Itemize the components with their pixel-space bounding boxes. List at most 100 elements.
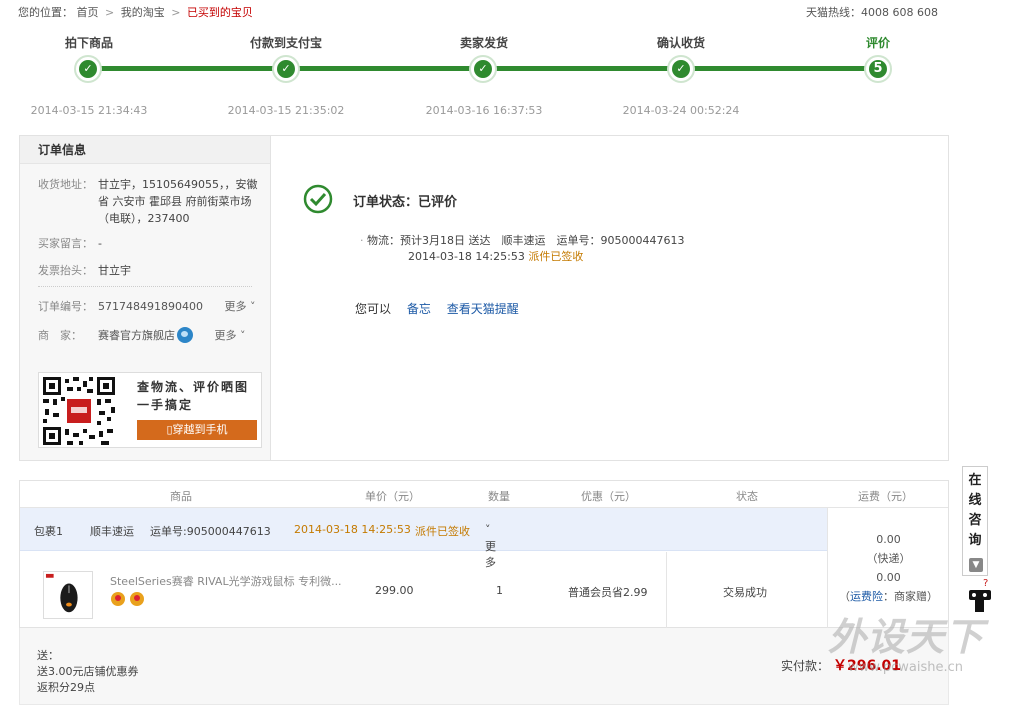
qr-code-icon: [41, 375, 117, 447]
order-status-text: 订单状态：已评价: [353, 195, 458, 210]
shipping-column: 0.00 （快递） 0.00 （运费险：商家赠）: [827, 508, 949, 628]
address-row: 收货地址： 甘立宇，15105649055，，安徽省 六安市 霍邱县 府前街菜市场…: [38, 176, 258, 227]
address-value: 甘立宇，15105649055，，安徽省 六安市 霍邱县 府前街菜市场（电联），…: [98, 178, 258, 225]
seller-label: 商 家：: [38, 329, 82, 342]
header-shipping: 运费（元）: [858, 490, 913, 503]
step-done-check-icon: ✓: [272, 55, 300, 83]
invoice-row: 发票抬头： 甘立宇: [38, 262, 258, 279]
hotline-text: 天猫热线：4008 608 608: [806, 6, 938, 19]
gift-info: 送： 送3.00元店铺优惠券 返积分29点: [37, 648, 139, 696]
step-label-placed: 拍下商品: [64, 36, 113, 50]
breadcrumb-prefix: 您的位置：: [18, 6, 73, 19]
qr-promo-text: 查物流、评价晒图一手搞定: [137, 380, 250, 412]
product-thumbnail[interactable]: [43, 571, 93, 619]
wangwang-chat-icon[interactable]: [177, 327, 193, 343]
header-price: 单价（元）: [365, 490, 420, 503]
order-number-label: 订单编号：: [38, 300, 93, 313]
step-label-review: 评价: [865, 36, 890, 50]
paid-amount-row: 实付款： ￥296.01: [781, 655, 901, 675]
gift-points: 返积分29点: [37, 681, 95, 694]
order-info-title: 订单信息: [20, 136, 270, 164]
package-more-dropdown[interactable]: 更多 ˅: [485, 523, 496, 569]
to-mobile-button[interactable]: ▯穿越到手机: [137, 420, 257, 440]
header-state: 状态: [736, 490, 758, 503]
top-bar: 您的位置： 首页 > 我的淘宝 > 已买到的宝贝 天猫热线：4008 608 6…: [18, 4, 938, 20]
logistics-time: 2014-03-18 14:25:53: [408, 250, 525, 263]
step-time-received: 2014-03-24 00:52:24: [622, 104, 740, 117]
breadcrumb-home-link[interactable]: 首页: [77, 6, 99, 19]
step-label-shipped: 卖家发货: [459, 36, 508, 50]
package-state: 派件已签收: [415, 525, 470, 538]
logistics-prefix: 物流：: [367, 234, 400, 247]
item-price: 299.00: [375, 584, 414, 597]
item-quantity: 1: [496, 584, 503, 597]
order-number-value: 571748491890400: [98, 300, 203, 313]
package-name: 包裹1: [34, 525, 63, 538]
invoice-value: 甘立宇: [98, 264, 131, 277]
paid-label: 实付款：: [781, 659, 830, 673]
address-label: 收货地址：: [38, 178, 93, 191]
item-discount: 普通会员省2.99: [568, 586, 648, 599]
svg-text:?: ?: [983, 578, 988, 589]
order-detail-panel: 订单信息 收货地址： 甘立宇，15105649055，，安徽省 六安市 霍邱县 府…: [19, 135, 949, 461]
mouse-image-icon: [45, 573, 78, 613]
message-row: 买家留言： -: [38, 235, 258, 252]
step-label-paid: 付款到支付宝: [249, 36, 322, 50]
divider: [38, 286, 252, 287]
message-value: -: [98, 237, 102, 250]
logistics-state: 派件已签收: [528, 250, 584, 263]
seller-row: 商 家： 赛睿官方旗舰店 更多 ˅: [38, 327, 246, 344]
insurance-row: （运费险：商家赠）: [839, 590, 938, 603]
success-check-icon: [303, 184, 333, 214]
step-time-shipped: 2014-03-16 16:37:53: [425, 104, 543, 117]
breadcrumb-current: 已买到的宝贝: [186, 6, 253, 19]
cat-mascot-icon[interactable]: ?: [963, 576, 999, 616]
shipping-fee: 0.00: [876, 533, 901, 546]
header-quantity: 数量: [488, 490, 510, 503]
invoice-label: 发票抬头：: [38, 264, 93, 277]
item-state: 交易成功: [723, 586, 767, 599]
package-time: 2014-03-18 14:25:53: [294, 523, 411, 536]
column-divider: [666, 552, 667, 628]
shipping-type: （快递）: [866, 552, 911, 565]
service-badge-icon[interactable]: [130, 592, 144, 606]
step-time-placed: 2014-03-15 21:34:43: [30, 104, 148, 117]
package-row: 包裹1 顺丰速运 运单号:905000447613 2014-03-18 14:…: [20, 508, 827, 569]
package-waybill: 运单号:905000447613: [150, 525, 271, 538]
seller-more-dropdown[interactable]: 更多 ˅: [215, 329, 246, 342]
chevron-down-icon[interactable]: ▼: [969, 558, 983, 572]
order-more-dropdown[interactable]: 更多 ˅: [224, 300, 255, 313]
breadcrumb-separator: >: [171, 6, 181, 19]
logistics-info: · 物流：预计3月18日 送达 顺丰速运 运单号：905000447613 20…: [360, 234, 685, 263]
order-info-sidebar: 订单信息 收货地址： 甘立宇，15105649055，，安徽省 六安市 霍邱县 府…: [20, 136, 271, 460]
step-label-received: 确认收货: [656, 36, 705, 50]
step-done-check-icon: ✓: [469, 55, 497, 83]
goods-table: 商品 单价（元） 数量 优惠（元） 状态 运费（元） 包裹1 顺丰速运 运单号:…: [19, 480, 949, 628]
order-progress: 拍下商品 ✓ 2014-03-15 21:34:43 付款到支付宝 ✓ 2014…: [0, 30, 1024, 120]
order-summary: 送： 送3.00元店铺优惠券 返积分29点 实付款： ￥296.01: [19, 628, 949, 705]
shipping-insurance-link[interactable]: 运费险: [850, 590, 883, 603]
order-number-row: 订单编号： 571748491890400 更多 ˅: [38, 298, 255, 315]
actions-prefix: 您可以: [355, 302, 392, 316]
breadcrumb: 您的位置： 首页 > 我的淘宝 > 已买到的宝贝: [18, 4, 253, 20]
step-number-icon: 5: [864, 55, 892, 83]
memo-link[interactable]: 备忘: [407, 302, 431, 316]
step-done-check-icon: ✓: [667, 55, 695, 83]
mobile-qr-promo: 查物流、评价晒图一手搞定 ▯穿越到手机: [38, 372, 262, 448]
step-time-paid: 2014-03-15 21:35:02: [227, 104, 345, 117]
service-badge-icon[interactable]: [111, 592, 125, 606]
message-label: 买家留言：: [38, 237, 93, 250]
package-carrier: 顺丰速运: [90, 525, 134, 538]
tmall-reminder-link[interactable]: 查看天猫提醒: [447, 302, 519, 316]
product-title-link[interactable]: SteelSeries赛睿 RIVAL光学游戏鼠标 专利微...: [110, 573, 350, 589]
paid-amount: ￥296.01: [833, 658, 902, 674]
insurance-fee: 0.00: [876, 571, 901, 584]
logistics-text: 预计3月18日 送达 顺丰速运 运单号：905000447613: [400, 234, 685, 247]
goods-item-row: SteelSeries赛睿 RIVAL光学游戏鼠标 专利微... 299.00 …: [20, 552, 827, 628]
header-product: 商品: [170, 490, 192, 503]
step-done-check-icon: ✓: [74, 55, 102, 83]
seller-link[interactable]: 赛睿官方旗舰店: [98, 329, 175, 342]
breadcrumb-my-taobao-link[interactable]: 我的淘宝: [121, 6, 165, 19]
gift-coupon: 送3.00元店铺优惠券: [37, 665, 139, 678]
breadcrumb-separator: >: [105, 6, 115, 19]
